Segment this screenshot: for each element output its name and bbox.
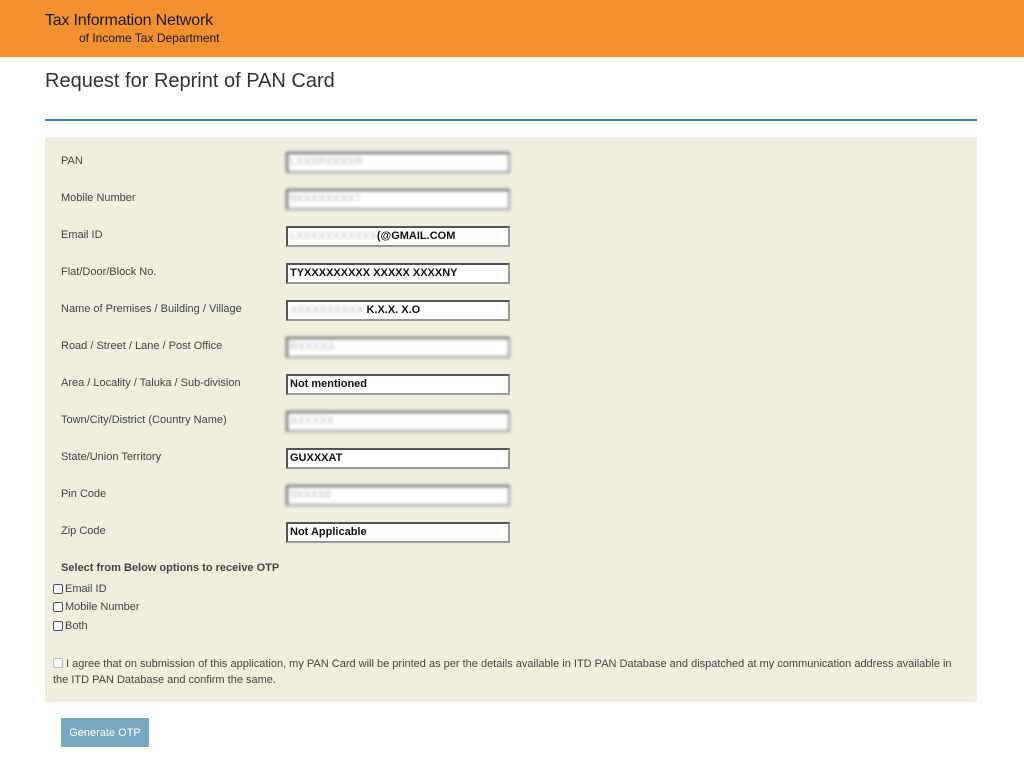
site-header: Tax Information Network of Income Tax De… (0, 0, 1024, 57)
otp-both-checkbox[interactable] (53, 621, 63, 631)
email-id-input[interactable]: LXXXXXXXXXXX(@GMAIL.COM (286, 226, 510, 247)
road-street-label: Road / Street / Lane / Post Office (61, 340, 223, 352)
otp-both-label: Both (65, 620, 88, 632)
town-city-district-input[interactable]: AXXXXX (286, 411, 510, 432)
otp-option-both[interactable]: Both (53, 620, 88, 632)
reprint-form-panel: PAN LXXXPXXXXR Mobile Number 9XXXXXXXX7 … (45, 137, 977, 702)
town-city-district-label: Town/City/District (Country Name) (61, 414, 227, 426)
brand-subtitle: of Income Tax Department (79, 31, 220, 45)
premises-building-input[interactable]: XXXXXXXXXX K.X.X. X.O (286, 300, 510, 321)
premises-masked-part: XXXXXXXXXX (290, 304, 364, 316)
otp-mobile-label: Mobile Number (65, 601, 140, 613)
generate-otp-button[interactable]: Generate OTP (61, 718, 149, 747)
pin-code-label: Pin Code (61, 488, 107, 500)
page-title: Request for Reprint of PAN Card (45, 70, 335, 92)
state-territory-input[interactable]: GUXXXAT (286, 448, 510, 469)
pin-code-input[interactable]: 3XXXX8 (286, 485, 510, 506)
mobile-number-input[interactable]: 9XXXXXXXX7 (286, 189, 510, 210)
flat-door-block-input[interactable]: TYXXXXXXXXX XXXXX XXXXNY (286, 263, 510, 284)
zip-code-label: Zip Code (61, 525, 106, 537)
premises-building-label: Name of Premises / Building / Village (61, 303, 242, 315)
area-locality-input[interactable]: Not mentioned (286, 374, 510, 395)
otp-option-email[interactable]: Email ID (53, 583, 107, 595)
title-divider (45, 119, 977, 121)
zip-code-input[interactable]: Not Applicable (286, 522, 510, 543)
email-id-masked-part: LXXXXXXXXXXX (290, 230, 377, 242)
brand-title: Tax Information Network (45, 12, 213, 29)
pan-input[interactable]: LXXXPXXXXR (286, 152, 510, 173)
area-locality-label: Area / Locality / Taluka / Sub-division (61, 377, 241, 389)
email-id-visible-part: (@GMAIL.COM (376, 230, 456, 242)
agreement-checkbox[interactable] (53, 658, 63, 668)
flat-door-block-label: Flat/Door/Block No. (61, 266, 157, 278)
road-street-input[interactable]: RXXXXA (286, 337, 510, 358)
agreement-row: I agree that on submission of this appli… (53, 656, 963, 688)
email-id-label: Email ID (61, 229, 103, 241)
pan-label: PAN (61, 155, 83, 167)
otp-mobile-checkbox[interactable] (53, 602, 63, 612)
otp-email-label: Email ID (65, 583, 107, 595)
otp-options-heading: Select from Below options to receive OTP (61, 562, 280, 574)
agreement-text: I agree that on submission of this appli… (53, 658, 952, 686)
premises-visible-part: K.X.X. X.O (366, 304, 421, 316)
otp-option-mobile[interactable]: Mobile Number (53, 601, 140, 613)
mobile-number-label: Mobile Number (61, 192, 136, 204)
state-territory-label: State/Union Territory (61, 451, 162, 463)
otp-email-checkbox[interactable] (53, 584, 63, 594)
